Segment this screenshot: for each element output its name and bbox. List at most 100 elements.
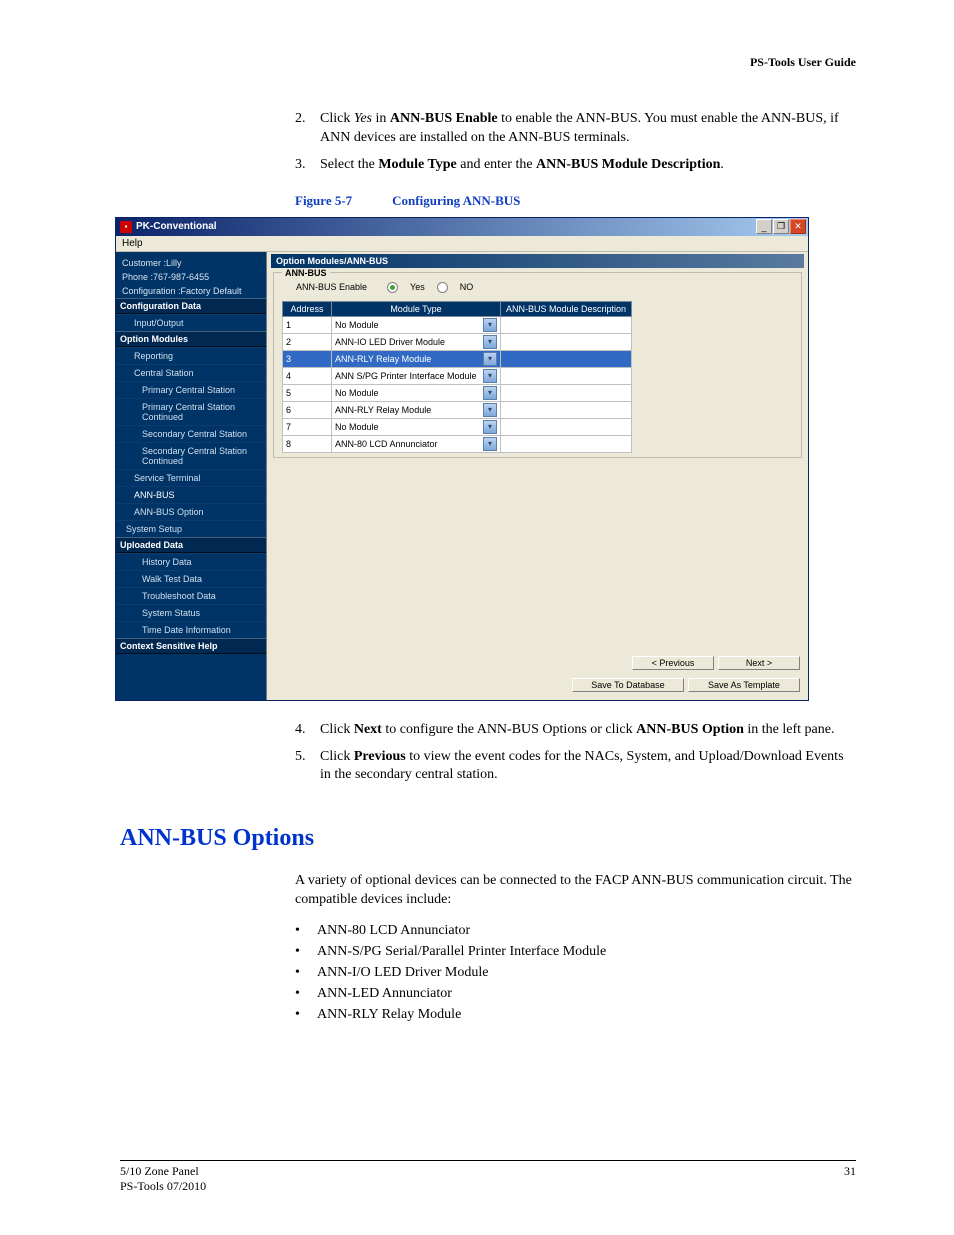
chevron-down-icon[interactable]: ▾: [483, 403, 497, 417]
app-icon: ▪: [120, 221, 132, 233]
cell-description[interactable]: [501, 384, 632, 401]
radio-no-label: NO: [460, 282, 474, 292]
cell-address: 4: [283, 367, 332, 384]
step-text: Select the Module Type and enter the ANN…: [320, 156, 856, 175]
enable-label: ANN-BUS Enable: [296, 282, 367, 292]
sidebar-item-central-station[interactable]: Central Station: [116, 364, 266, 381]
sidebar-item-input-output[interactable]: Input/Output: [116, 314, 266, 331]
window-title: PK-Conventional: [136, 221, 217, 232]
page-header-title: PS-Tools User Guide: [120, 55, 856, 70]
previous-button[interactable]: < Previous: [632, 656, 714, 670]
cell-module-type[interactable]: ANN-RLY Relay Module▾: [332, 401, 501, 418]
cell-module-type[interactable]: ANN S/PG Printer Interface Module▾: [332, 367, 501, 384]
chevron-down-icon[interactable]: ▾: [483, 420, 497, 434]
section-heading-ann-bus-options: ANN-BUS Options: [120, 825, 856, 852]
cell-description[interactable]: [501, 418, 632, 435]
step-text: Click Previous to view the event codes f…: [320, 748, 856, 786]
cell-module-type[interactable]: ANN-IO LED Driver Module▾: [332, 333, 501, 350]
sidebar-item-walktest[interactable]: Walk Test Data: [116, 570, 266, 587]
col-module-type: Module Type: [332, 301, 501, 316]
footer-date: PS-Tools 07/2010: [120, 1179, 206, 1195]
sidebar-header-config[interactable]: Configuration Data: [116, 298, 266, 314]
close-button[interactable]: ✕: [790, 219, 806, 234]
cell-address: 8: [283, 435, 332, 452]
bullet-list: •ANN-80 LCD Annunciator•ANN-S/PG Serial/…: [295, 920, 856, 1025]
step-number: 4.: [295, 721, 320, 740]
sidebar-item-service-terminal[interactable]: Service Terminal: [116, 469, 266, 486]
page-footer: 5/10 Zone Panel PS-Tools 07/2010 31: [120, 1160, 856, 1195]
main-pane: Option Modules/ANN-BUS ANN-BUS ANN-BUS E…: [267, 252, 808, 700]
pane-title: Option Modules/ANN-BUS: [271, 254, 804, 268]
list-item: •ANN-LED Annunciator: [295, 983, 856, 1004]
step-text: Click Next to configure the ANN-BUS Opti…: [320, 721, 856, 740]
table-row[interactable]: 7No Module▾: [283, 418, 632, 435]
radio-no[interactable]: [437, 282, 448, 293]
chevron-down-icon[interactable]: ▾: [483, 335, 497, 349]
config-info: Configuration :Factory Default: [122, 285, 260, 299]
sidebar-item-primary-cs[interactable]: Primary Central Station: [116, 381, 266, 398]
sidebar-header-uploaded[interactable]: Uploaded Data: [116, 537, 266, 553]
table-row[interactable]: 8ANN-80 LCD Annunciator▾: [283, 435, 632, 452]
cell-address: 1: [283, 316, 332, 333]
cell-module-type[interactable]: ANN-RLY Relay Module▾: [332, 350, 501, 367]
cell-description[interactable]: [501, 350, 632, 367]
sidebar-item-ann-bus[interactable]: ANN-BUS: [116, 486, 266, 503]
customer-info: Customer :Lilly: [122, 257, 260, 271]
table-row[interactable]: 2ANN-IO LED Driver Module▾: [283, 333, 632, 350]
sidebar-item-system-status[interactable]: System Status: [116, 604, 266, 621]
cell-description[interactable]: [501, 435, 632, 452]
table-row[interactable]: 4ANN S/PG Printer Interface Module▾: [283, 367, 632, 384]
sidebar: Customer :Lilly Phone :767-987-6455 Conf…: [116, 252, 267, 700]
next-button[interactable]: Next >: [718, 656, 800, 670]
cell-module-type[interactable]: No Module▾: [332, 384, 501, 401]
figure-caption: Figure 5-7Configuring ANN-BUS: [295, 193, 856, 209]
col-address: Address: [283, 301, 332, 316]
cell-description[interactable]: [501, 401, 632, 418]
sidebar-item-time-date[interactable]: Time Date Information: [116, 621, 266, 638]
sidebar-header-ctx-help[interactable]: Context Sensitive Help: [116, 638, 266, 654]
table-row[interactable]: 6ANN-RLY Relay Module▾: [283, 401, 632, 418]
step-number: 5.: [295, 748, 320, 786]
sidebar-item-troubleshoot[interactable]: Troubleshoot Data: [116, 587, 266, 604]
cell-module-type[interactable]: ANN-80 LCD Annunciator▾: [332, 435, 501, 452]
list-item: •ANN-RLY Relay Module: [295, 1004, 856, 1025]
chevron-down-icon[interactable]: ▾: [483, 369, 497, 383]
cell-description[interactable]: [501, 367, 632, 384]
sidebar-item-primary-cs-cont[interactable]: Primary Central Station Continued: [116, 398, 266, 425]
cell-address: 3: [283, 350, 332, 367]
sidebar-item-ann-bus-option[interactable]: ANN-BUS Option: [116, 503, 266, 520]
cell-address: 7: [283, 418, 332, 435]
ann-bus-fieldset: ANN-BUS ANN-BUS Enable Yes NO: [273, 272, 802, 458]
sidebar-item-system-setup[interactable]: System Setup: [116, 520, 266, 537]
chevron-down-icon[interactable]: ▾: [483, 318, 497, 332]
chevron-down-icon[interactable]: ▾: [483, 386, 497, 400]
save-to-database-button[interactable]: Save To Database: [572, 678, 684, 692]
chevron-down-icon[interactable]: ▾: [483, 437, 497, 451]
fieldset-legend: ANN-BUS: [282, 268, 330, 278]
table-row[interactable]: 1No Module▾: [283, 316, 632, 333]
cell-description[interactable]: [501, 333, 632, 350]
instructions-top: 2. Click Yes in ANN-BUS Enable to enable…: [295, 110, 856, 175]
maximize-button[interactable]: ❐: [773, 219, 789, 234]
sidebar-header-option-modules[interactable]: Option Modules: [116, 331, 266, 347]
cell-address: 5: [283, 384, 332, 401]
step-number: 3.: [295, 156, 320, 175]
sidebar-item-history[interactable]: History Data: [116, 553, 266, 570]
minimize-button[interactable]: _: [756, 219, 772, 234]
sidebar-item-reporting[interactable]: Reporting: [116, 347, 266, 364]
sidebar-item-secondary-cs[interactable]: Secondary Central Station: [116, 425, 266, 442]
menu-help[interactable]: Help: [122, 238, 143, 249]
radio-yes[interactable]: [387, 282, 398, 293]
cell-module-type[interactable]: No Module▾: [332, 316, 501, 333]
table-row[interactable]: 3ANN-RLY Relay Module▾: [283, 350, 632, 367]
cell-description[interactable]: [501, 316, 632, 333]
cell-address: 6: [283, 401, 332, 418]
cell-module-type[interactable]: No Module▾: [332, 418, 501, 435]
save-as-template-button[interactable]: Save As Template: [688, 678, 800, 692]
page-number: 31: [844, 1164, 856, 1195]
chevron-down-icon[interactable]: ▾: [483, 352, 497, 366]
table-row[interactable]: 5No Module▾: [283, 384, 632, 401]
app-window: ▪ PK-Conventional _ ❐ ✕ Help Customer :L…: [115, 217, 809, 701]
footer-product: 5/10 Zone Panel: [120, 1164, 206, 1180]
sidebar-item-secondary-cs-cont[interactable]: Secondary Central Station Continued: [116, 442, 266, 469]
